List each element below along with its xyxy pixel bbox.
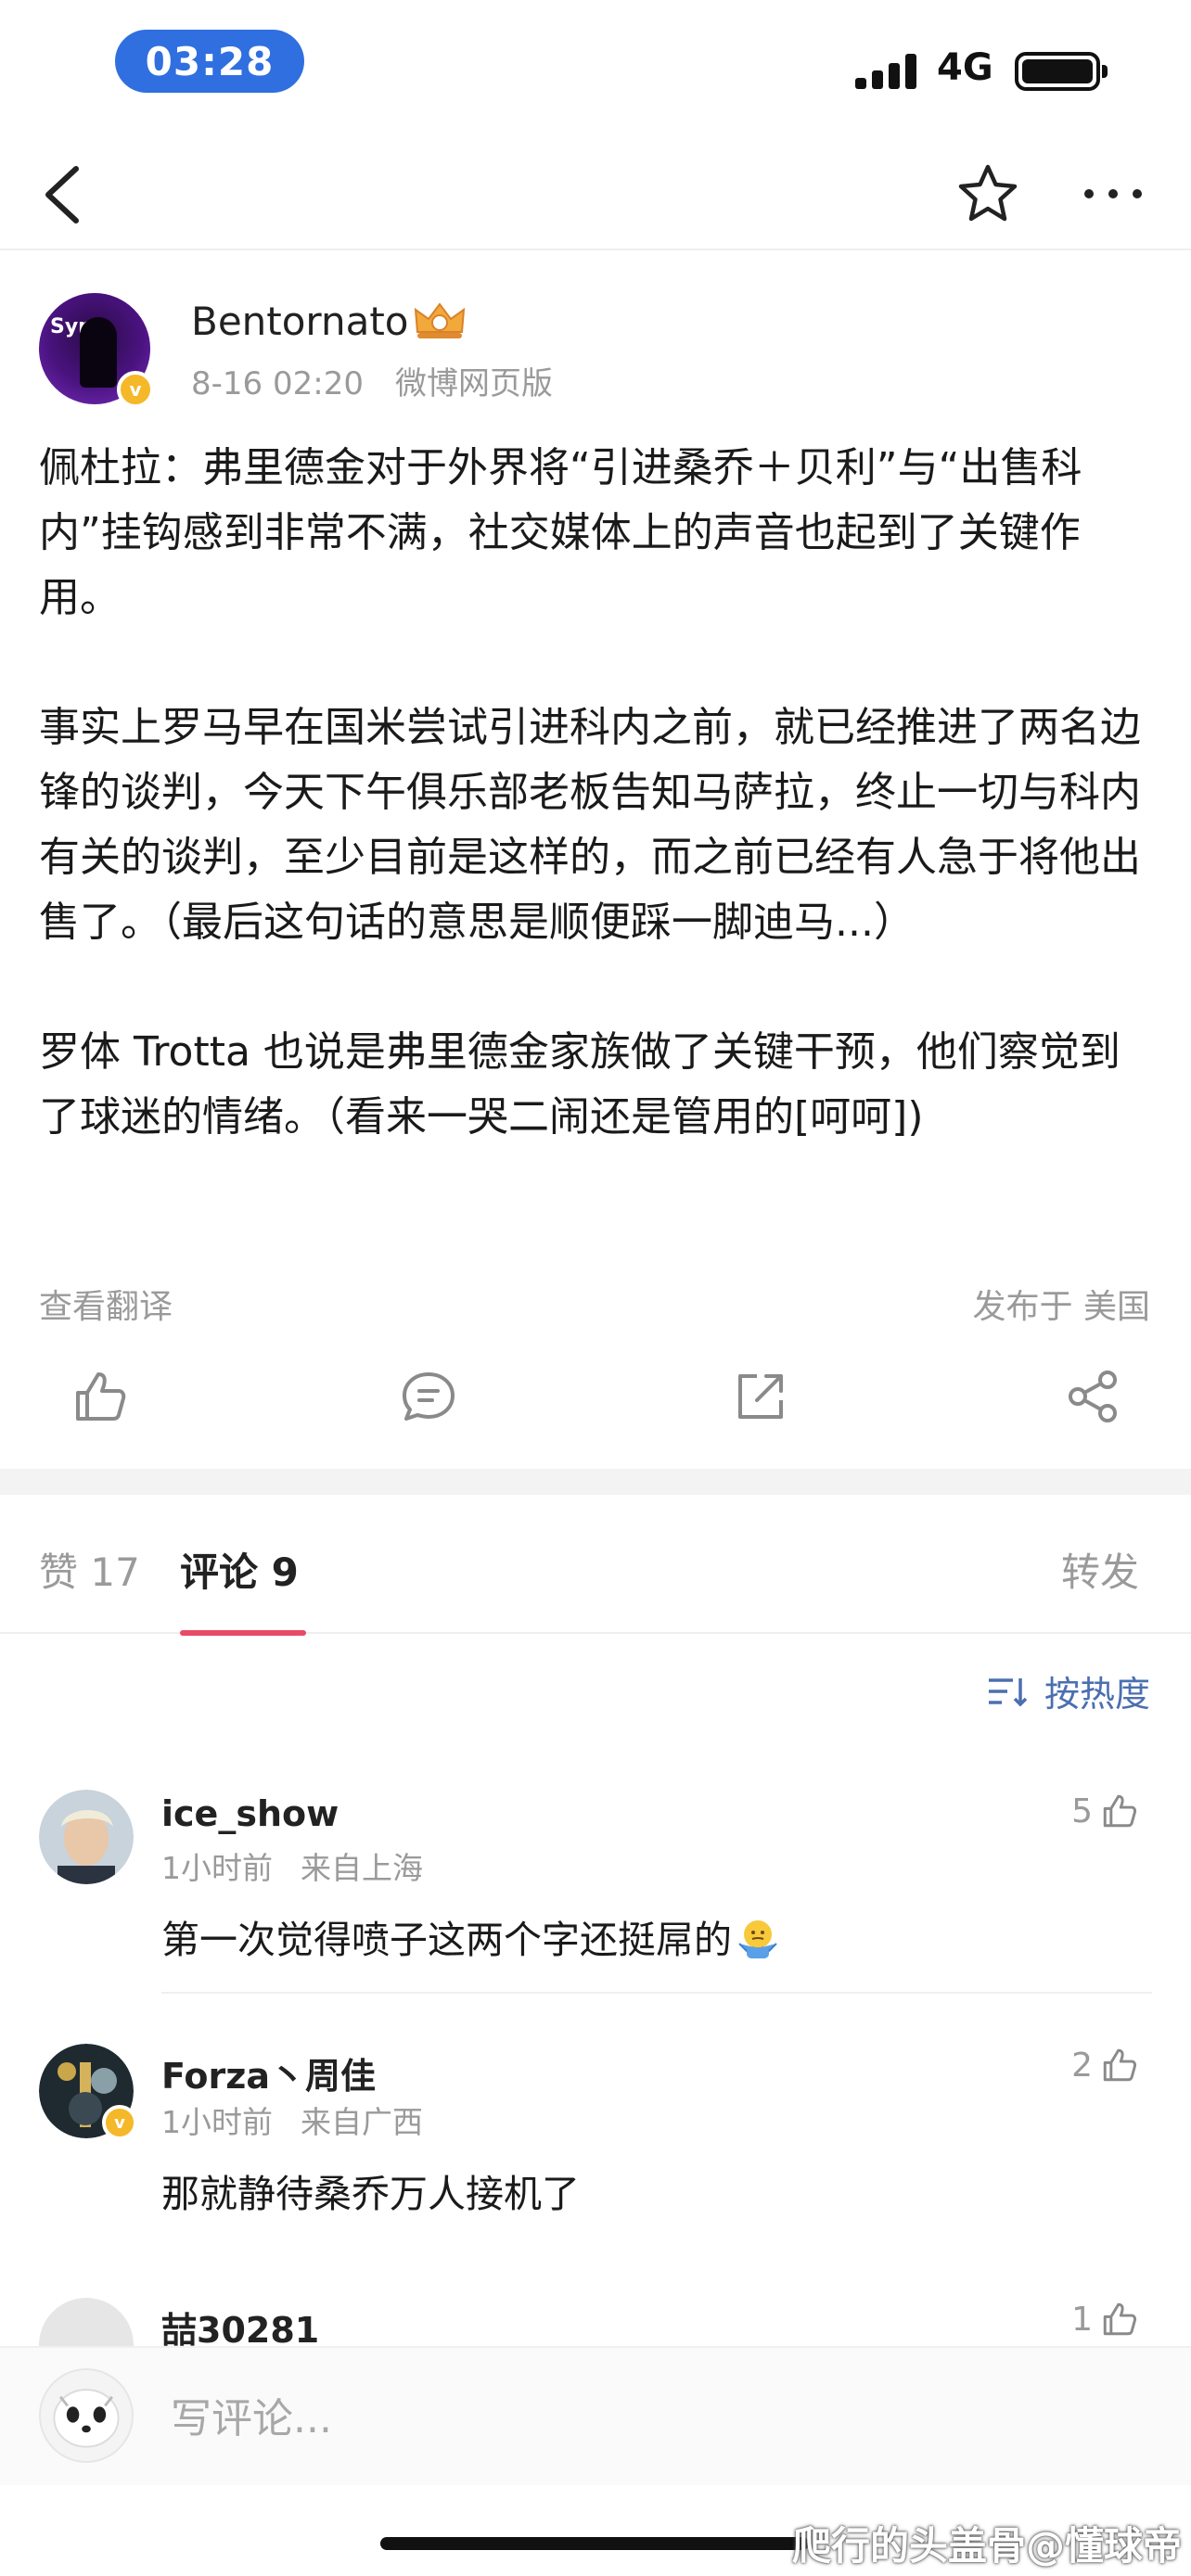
comment-input[interactable]: 写评论...: [171, 2385, 332, 2444]
share-icon[interactable]: [1063, 1367, 1122, 1426]
comment-text: 那就静待桑乔万人接机了: [161, 2172, 580, 2216]
verified-badge-icon: v: [102, 2105, 137, 2140]
comment-time: 1小时前: [161, 1850, 273, 1886]
back-icon[interactable]: [32, 158, 96, 232]
thumbs-up-icon: [1103, 1794, 1137, 1828]
thumbs-up-icon: [1103, 2302, 1137, 2336]
more-icon[interactable]: [1076, 161, 1150, 226]
comment-text: 第一次觉得喷子这两个字还挺屌的: [161, 1908, 780, 1964]
sort-label: 按热度: [1044, 1674, 1150, 1715]
comment-location: 来自上海: [301, 1850, 423, 1886]
status-time: 03:28: [115, 30, 304, 93]
status-bar: 03:28 4G: [0, 0, 1191, 130]
commenter-name[interactable]: Forza丶周佳: [161, 2047, 376, 2098]
tab-likes[interactable]: 赞 17: [39, 1541, 140, 1598]
shrug-emoji-icon: [738, 1920, 777, 1958]
like-icon[interactable]: [70, 1367, 130, 1426]
commenter-name[interactable]: 喆30281: [161, 2302, 319, 2353]
current-user-avatar: [39, 2368, 134, 2463]
post-paragraph: 事实上罗马早在国米尝试引进科内之前，就已经推进了两名边锋的谈判，今天下午俱乐部老…: [39, 704, 1141, 946]
translate-link[interactable]: 查看翻译: [39, 1280, 173, 1328]
comment-meta: 1小时前 来自上海: [161, 1843, 423, 1888]
tab-bar: 赞 17 评论 9 转发: [0, 1495, 1191, 1636]
nav-bar: [0, 139, 1191, 250]
post-source: 微博网页版: [394, 365, 553, 402]
star-icon[interactable]: [955, 161, 1020, 226]
sort-icon: [988, 1677, 1028, 1706]
comment-like-count: 2: [1071, 2046, 1093, 2085]
published-location: 发布于 美国: [972, 1288, 1150, 1326]
network-type: 4G: [937, 46, 993, 89]
repost-icon[interactable]: [731, 1367, 790, 1426]
commenter-avatar[interactable]: [39, 1790, 134, 1884]
comment-like-count: 5: [1071, 1792, 1093, 1830]
post-meta: 8-16 02:20 微博网页版: [191, 358, 553, 403]
comment-like-button[interactable]: 1: [1071, 2300, 1139, 2339]
crown-badge-icon: [414, 302, 466, 338]
comment-item: ice_show 1小时前 来自上海 第一次觉得喷子这两个字还挺屌的 5: [0, 1790, 1191, 2040]
section-divider: [0, 1469, 1191, 1495]
comment-text-content: 第一次觉得喷子这两个字还挺屌的: [161, 1918, 732, 1962]
active-tab-indicator: [180, 1630, 306, 1636]
comment-icon[interactable]: [399, 1367, 458, 1426]
comment-separator: [161, 1992, 1152, 1994]
post-actions: [0, 1363, 1191, 1437]
comment-like-button[interactable]: 2: [1071, 2046, 1139, 2085]
comment-input-bar: 写评论...: [0, 2346, 1191, 2485]
comment-location: 来自广西: [301, 2104, 423, 2140]
comment-like-button[interactable]: 5: [1071, 1792, 1139, 1830]
verified-badge-icon: v: [117, 371, 154, 408]
battery-icon: [1015, 52, 1108, 91]
signal-icon: [855, 54, 920, 89]
post-body: 佩杜拉：弗里德金对于外界将“引进桑乔＋贝利”与“出售科内”挂钩感到非常不满，社交…: [39, 436, 1152, 1150]
post-paragraph: 罗体 Trotta 也说是弗里德金家族做了关键干预，他们察觉到了球迷的情绪。（看…: [39, 1028, 1121, 1141]
post-paragraph: 佩杜拉：弗里德金对于外界将“引进桑乔＋贝利”与“出售科内”挂钩感到非常不满，社交…: [39, 444, 1082, 621]
commenter-name[interactable]: ice_show: [161, 1793, 339, 1834]
home-indicator[interactable]: [380, 2537, 809, 2550]
watermark-text: 爬行的头盖骨@懂球帝: [791, 2523, 1182, 2569]
author-avatar[interactable]: Syn v: [39, 293, 154, 408]
post-timestamp: 8-16 02:20: [191, 365, 364, 402]
comment-like-count: 1: [1071, 2300, 1093, 2339]
author-name[interactable]: Bentornato: [191, 299, 409, 344]
tab-comments[interactable]: 评论 9: [180, 1541, 299, 1598]
sort-button[interactable]: 按热度: [987, 1665, 1150, 1716]
comment-meta: 1小时前 来自广西: [161, 2098, 423, 2142]
comment-time: 1小时前: [161, 2104, 273, 2140]
tab-reposts[interactable]: 转发: [1061, 1541, 1139, 1598]
comment-item: v Forza丶周佳 1小时前 来自广西 那就静待桑乔万人接机了 2: [0, 2044, 1191, 2294]
thumbs-up-icon: [1103, 2048, 1137, 2082]
